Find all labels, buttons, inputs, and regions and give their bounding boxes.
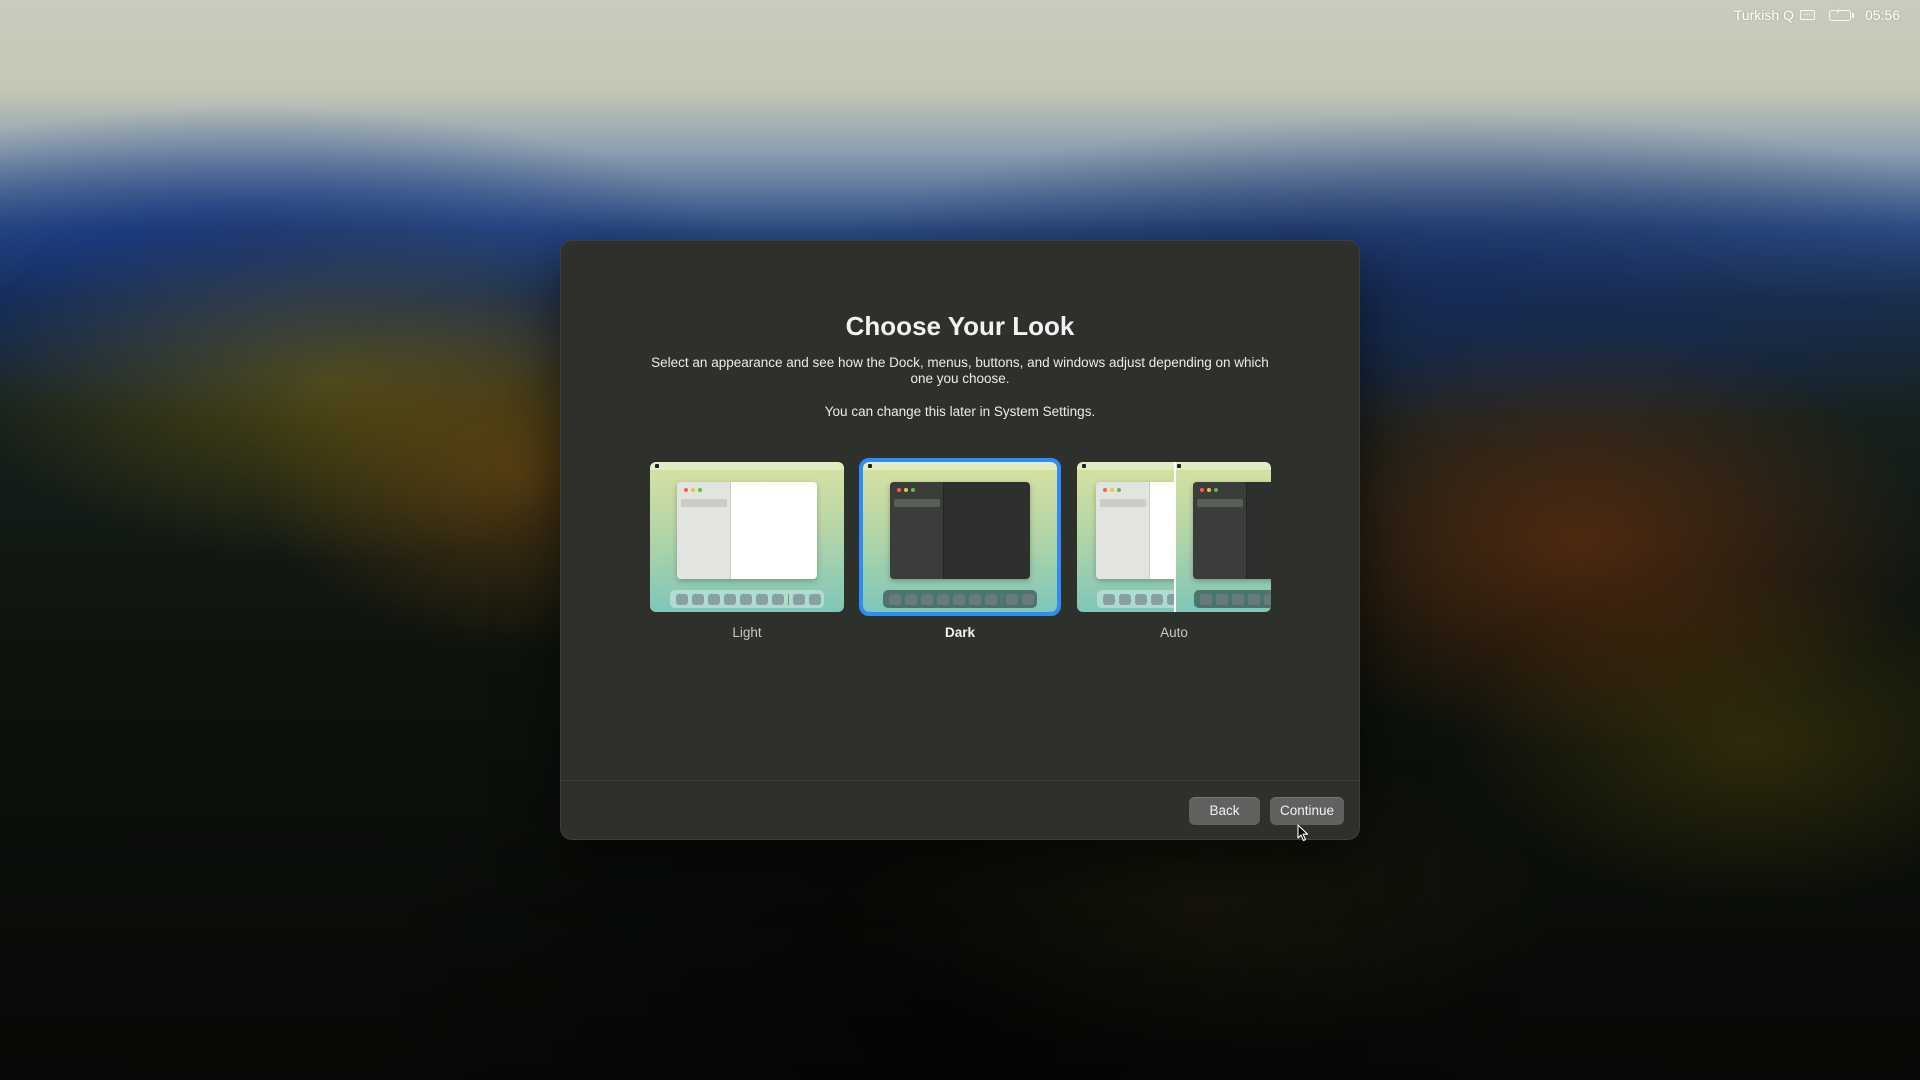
input-source-menu[interactable]: Turkish Q: [1734, 7, 1815, 23]
appearance-options: Light Dark Auto: [650, 458, 1272, 652]
appearance-option-dark[interactable]: Dark: [859, 458, 1061, 640]
light-preview-thumbnail[interactable]: [650, 462, 844, 612]
appearance-option-label: Auto: [1160, 625, 1188, 640]
battery-charging-icon: [1828, 7, 1854, 21]
appearance-option-label: Dark: [944, 625, 976, 640]
page-description: Select an appearance and see how the Doc…: [651, 355, 1269, 386]
menu-bar-status-area: Turkish Q 05:56: [1734, 5, 1900, 25]
auto-preview-thumbnail[interactable]: [1077, 462, 1271, 612]
back-button[interactable]: Back: [1189, 797, 1260, 825]
keyboard-icon: [1799, 10, 1815, 20]
clock-menu[interactable]: 05:56: [1865, 7, 1900, 23]
dialog-footer: Back Continue: [561, 780, 1359, 839]
continue-button[interactable]: Continue: [1270, 797, 1344, 825]
appearance-option-label: Light: [732, 625, 762, 640]
page-title: Choose Your Look: [845, 311, 1075, 341]
setup-assistant-window: Choose Your Look Select an appearance an…: [560, 240, 1360, 840]
input-source-label: Turkish Q: [1733, 7, 1794, 23]
appearance-option-auto[interactable]: Auto: [1077, 462, 1271, 640]
clock-label: 05:56: [1864, 7, 1900, 23]
page-note: You can change this later in System Sett…: [824, 404, 1096, 419]
battery-menu[interactable]: [1828, 7, 1854, 21]
mouse-pointer-icon: [1297, 824, 1309, 842]
appearance-option-light[interactable]: Light: [650, 462, 844, 640]
dark-preview-thumbnail[interactable]: [859, 458, 1061, 616]
